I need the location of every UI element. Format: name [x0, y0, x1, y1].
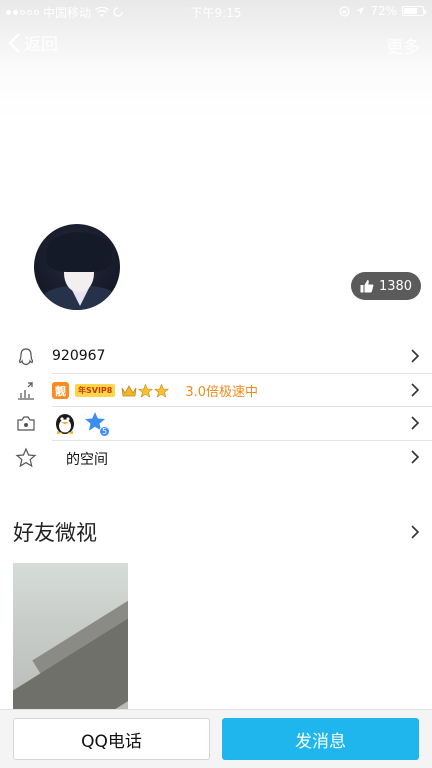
back-button[interactable]: 返回: [8, 30, 58, 55]
badge-icons: 5: [54, 411, 110, 437]
qq-number-row[interactable]: 920967: [0, 340, 432, 373]
chevron-right-icon: [411, 383, 420, 397]
qzone-label: 的空间: [66, 452, 108, 468]
lock-rotation-icon: [339, 5, 350, 17]
avatar[interactable]: [32, 222, 122, 312]
chevron-right-icon[interactable]: [410, 524, 420, 540]
location-arrow-icon: [356, 7, 365, 15]
star-icon: [154, 383, 170, 398]
star-outline-icon: [15, 447, 37, 468]
badges-row[interactable]: 5: [0, 407, 432, 440]
bottom-action-bar: QQ电话 发消息: [0, 709, 432, 768]
friend-weishi-title[interactable]: 好友微视: [13, 517, 97, 547]
thumbs-up-icon: [360, 280, 374, 293]
level-chart-icon: [18, 381, 34, 400]
qq-penguin-icon: [19, 348, 33, 366]
chevron-right-icon: [411, 450, 420, 464]
speed-status: 3.0倍极速中: [185, 385, 259, 400]
status-right: 72%: [339, 4, 426, 18]
star-level-number: 5: [99, 426, 110, 437]
qq-penguin-badge-icon: [56, 414, 74, 434]
chevron-right-icon: [411, 416, 420, 430]
vip-level-row[interactable]: 靓 年SVIP8 3.0倍极速中: [0, 374, 432, 407]
nav-bar: 返回 更多: [0, 22, 432, 66]
send-message-button[interactable]: 发消息: [222, 718, 419, 760]
qq-number: 920967: [52, 348, 106, 364]
back-label: 返回: [24, 35, 58, 55]
avatar-hair: [46, 232, 112, 272]
star-icon: [138, 383, 154, 398]
video-thumbnail[interactable]: [13, 563, 128, 713]
like-button[interactable]: 1380: [351, 272, 421, 300]
star-level-badge: 5: [84, 411, 110, 437]
like-count: 1380: [378, 278, 413, 294]
status-bar: 中国移动 下午9:15 72%: [0, 0, 432, 22]
chevron-right-icon: [411, 349, 420, 363]
qq-call-button[interactable]: QQ电话: [13, 718, 210, 760]
svip-badge: 年SVIP8: [75, 384, 116, 397]
crown-icon: [121, 384, 137, 396]
back-chevron-icon: [8, 32, 20, 53]
medal-box-icon: [17, 416, 35, 431]
vip-badges: 靓 年SVIP8 3.0倍极速中: [52, 381, 258, 400]
level-icons: [121, 383, 170, 398]
more-button[interactable]: 更多: [386, 33, 420, 58]
battery-icon: [402, 6, 426, 16]
qzone-row[interactable]: 的空间: [0, 441, 432, 474]
pretty-number-badge: 靓: [52, 382, 69, 399]
battery-percent: 72%: [370, 4, 397, 18]
